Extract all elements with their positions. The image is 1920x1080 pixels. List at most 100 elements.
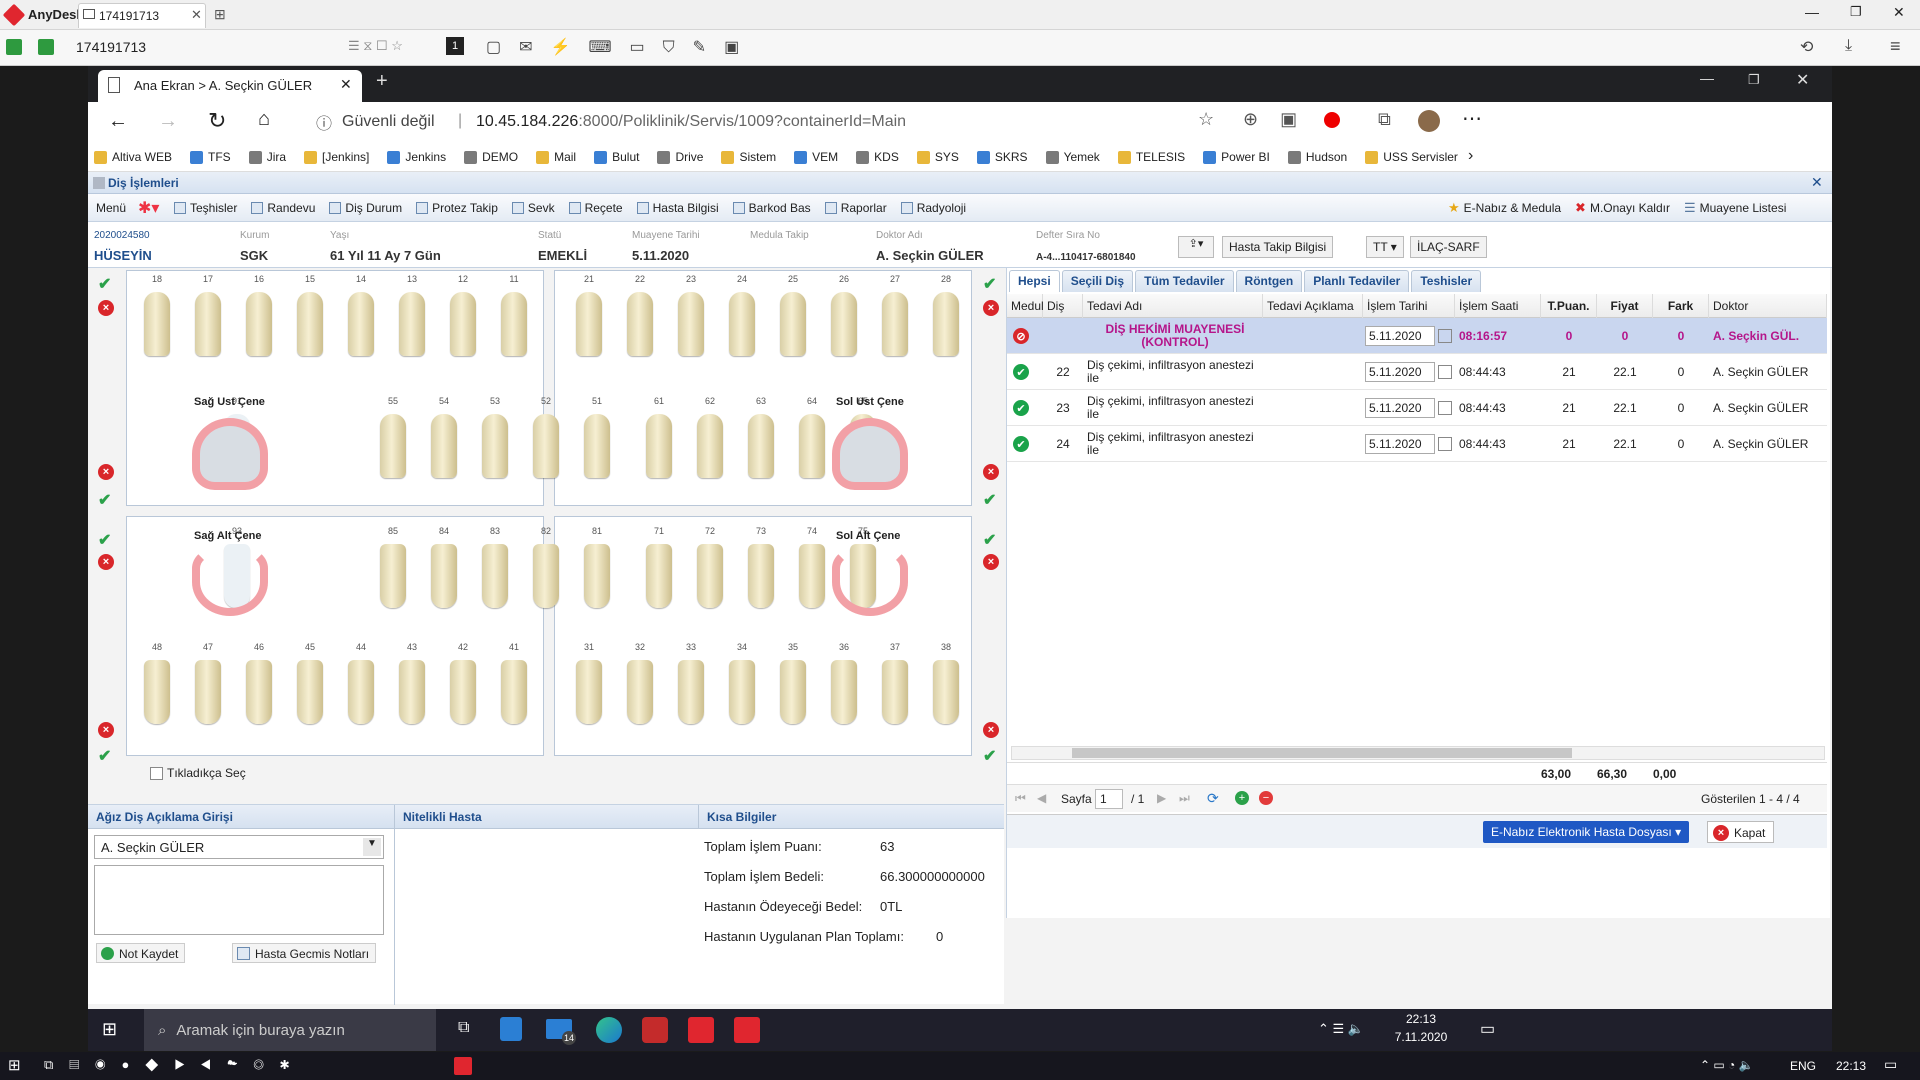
url-field[interactable]: 10.45.184.226:8000/Poliklinik/Servis/100… xyxy=(476,113,906,131)
tooth[interactable] xyxy=(431,414,457,478)
hasta-takip-button[interactable]: Hasta Takip Bilgisi xyxy=(1222,236,1334,258)
browser-tab[interactable]: Ana Ekran > A. Seçkin GÜLER ✕ xyxy=(98,70,362,102)
tooth[interactable] xyxy=(399,292,425,356)
kapat-button[interactable]: × Kapat xyxy=(1707,821,1775,843)
bookmark-item[interactable]: Yemek xyxy=(1045,150,1100,164)
tooth[interactable] xyxy=(646,414,672,478)
prev-page-icon[interactable]: ◀ xyxy=(1037,791,1046,805)
chevron-right-icon[interactable]: › xyxy=(1468,147,1473,165)
select-all-check-icon[interactable]: ✔ xyxy=(98,490,111,510)
toolbar-button[interactable]: Raporlar xyxy=(824,201,887,215)
tarih-cell[interactable]: 5.11.2020 xyxy=(1365,390,1453,426)
select-all-check-icon[interactable]: ✔ xyxy=(983,274,996,294)
tooth[interactable] xyxy=(501,660,527,724)
calendar-icon[interactable] xyxy=(1438,329,1452,343)
info-icon[interactable]: ⓘ xyxy=(316,110,332,134)
tikladikca-checkbox[interactable]: Tıkladıkça Seç xyxy=(150,766,246,780)
tooth[interactable] xyxy=(533,414,559,478)
calendar-icon[interactable] xyxy=(1438,365,1452,379)
close-window-icon[interactable]: ✕ xyxy=(1796,70,1809,90)
tab-3[interactable]: Röntgen xyxy=(1235,270,1303,292)
tooth[interactable] xyxy=(584,544,610,608)
anydesk-taskbar-icon-2[interactable] xyxy=(734,1017,760,1043)
tooth[interactable] xyxy=(627,660,653,724)
upper-jaw-right-icon[interactable] xyxy=(192,418,268,490)
tooth[interactable] xyxy=(348,660,374,724)
bookmark-item[interactable]: VEM xyxy=(794,150,838,164)
bookmark-item[interactable]: KDS xyxy=(856,150,899,164)
deselect-x-icon[interactable]: × xyxy=(983,554,999,570)
date-input[interactable]: 5.11.2020 xyxy=(1365,398,1435,418)
deselect-x-icon[interactable]: × xyxy=(98,464,114,480)
windows-start-icon[interactable]: ⊞ xyxy=(102,1019,117,1040)
deselect-x-icon[interactable]: × xyxy=(983,722,999,738)
tooth[interactable] xyxy=(627,292,653,356)
tooth[interactable] xyxy=(576,660,602,724)
toolbar-right-button[interactable]: ✖ M.Onayı Kaldır xyxy=(1575,200,1670,216)
tooth[interactable] xyxy=(246,660,272,724)
toolbar-button[interactable]: Sevk xyxy=(511,201,555,215)
opera-icon[interactable] xyxy=(1324,112,1340,128)
grid-header-cell[interactable]: Tedavi Açıklama xyxy=(1263,294,1363,318)
date-input[interactable]: 5.11.2020 xyxy=(1365,362,1435,382)
select-all-check-icon[interactable]: ✔ xyxy=(983,490,996,510)
reload-icon[interactable]: ↻ xyxy=(208,108,226,134)
remote-address[interactable]: 174191713 xyxy=(76,39,146,55)
tooth[interactable] xyxy=(933,660,959,724)
window-close-icon[interactable]: ✕ xyxy=(1811,174,1823,191)
tray-icons[interactable]: ⌃ ☰ 🔈 xyxy=(1318,1021,1364,1037)
ilac-sarf-button[interactable]: İLAÇ-SARF xyxy=(1410,236,1487,258)
store-icon[interactable] xyxy=(500,1017,522,1041)
new-tab-icon[interactable]: ⊞ xyxy=(214,6,226,23)
minimize-icon[interactable]: — xyxy=(1805,4,1819,20)
tooth[interactable] xyxy=(380,544,406,608)
table-row[interactable]: ⊘ DİŞ HEKİMİ MUAYENESİ (KONTROL) 5.11.2020… xyxy=(1007,318,1827,354)
tooth[interactable] xyxy=(882,292,908,356)
tooth[interactable] xyxy=(729,292,755,356)
bookmark-item[interactable]: Bulut xyxy=(594,150,639,164)
select-all-check-icon[interactable]: ✔ xyxy=(983,530,996,550)
date-input[interactable]: 5.11.2020 xyxy=(1365,434,1435,454)
next-page-icon[interactable]: ▶ xyxy=(1157,791,1166,805)
tab-2[interactable]: Tüm Tedaviler xyxy=(1135,270,1234,292)
tab-0[interactable]: Hepsi xyxy=(1009,270,1060,292)
tooth[interactable] xyxy=(576,292,602,356)
select-all-check-icon[interactable]: ✔ xyxy=(983,746,996,766)
pinned-apps-icons[interactable]: ⧉▤◉●◆▶◀☁◎✱ xyxy=(44,1057,305,1073)
grid-header-cell[interactable]: T.Puan. xyxy=(1541,294,1597,318)
tarih-cell[interactable]: 5.11.2020 xyxy=(1365,426,1453,462)
local-tray-icons[interactable]: ⌃ ▭ ◔ 🔈 xyxy=(1700,1058,1754,1072)
tab-1[interactable]: Seçili Diş xyxy=(1061,270,1134,292)
calendar-icon[interactable] xyxy=(1438,437,1452,451)
bookmark-item[interactable]: Altiva WEB xyxy=(94,150,172,164)
bookmark-item[interactable]: Jenkins xyxy=(387,150,446,164)
history-icon[interactable]: ⟲ xyxy=(1800,37,1813,57)
task-view-icon[interactable]: ⧉ xyxy=(458,1019,469,1037)
download-icon[interactable]: ⤓ xyxy=(1845,37,1852,55)
local-notification-icon[interactable]: ▭ xyxy=(1884,1056,1897,1073)
tooth[interactable] xyxy=(195,292,221,356)
date-input[interactable]: 5.11.2020 xyxy=(1365,326,1435,346)
tooth[interactable] xyxy=(646,544,672,608)
tooth[interactable] xyxy=(697,414,723,478)
tooth[interactable] xyxy=(380,414,406,478)
refresh-icon[interactable]: ⟳ xyxy=(1207,790,1219,807)
menu-button[interactable]: Menü xyxy=(96,194,126,222)
new-tab-icon[interactable]: + xyxy=(376,70,388,93)
tooth[interactable] xyxy=(697,544,723,608)
table-row[interactable]: ✔ 22 Diş çekimi, infiltrasyon anestezi ile… xyxy=(1007,354,1827,390)
table-row[interactable]: ✔ 23 Diş çekimi, infiltrasyon anestezi ile… xyxy=(1007,390,1827,426)
grid-header-cell[interactable]: Medul xyxy=(1007,294,1044,318)
bookmark-item[interactable]: SKRS xyxy=(976,150,1028,164)
tab-5[interactable]: Teshisler xyxy=(1411,270,1482,292)
doktor-select[interactable]: A. Seçkin GÜLER ▼ xyxy=(94,835,384,859)
tooth[interactable] xyxy=(748,414,774,478)
bookmark-item[interactable]: SYS xyxy=(916,150,959,164)
select-all-check-icon[interactable]: ✔ xyxy=(98,274,111,294)
tooth[interactable] xyxy=(348,292,374,356)
toolbar-right-button[interactable]: ☰ Muayene Listesi xyxy=(1684,200,1786,216)
lower-jaw-left-icon[interactable] xyxy=(832,548,908,616)
deselect-x-icon[interactable]: × xyxy=(98,300,114,316)
grid-header-cell[interactable]: İşlem Saati xyxy=(1455,294,1541,318)
bookmark-item[interactable]: Power BI xyxy=(1203,150,1270,164)
